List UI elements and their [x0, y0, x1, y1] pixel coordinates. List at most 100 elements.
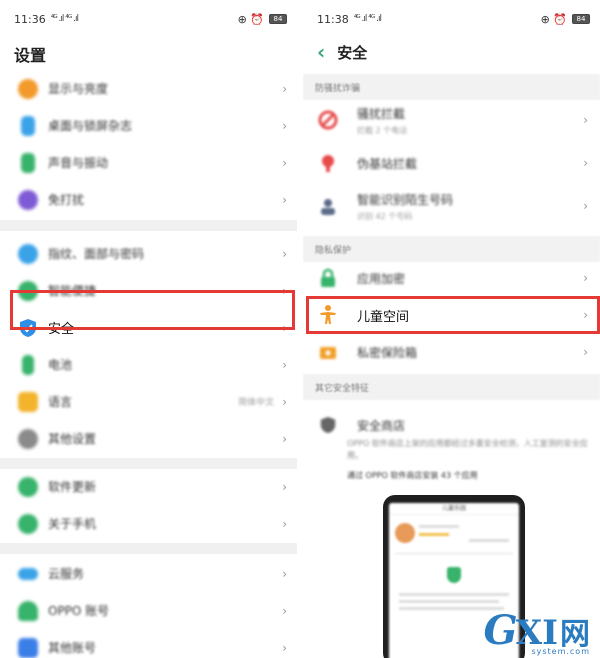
security-item-label: 骚扰拦截: [357, 106, 406, 121]
key-icon: [18, 637, 38, 658]
highlight-box: [10, 290, 295, 330]
settings-item-label: 云服务: [48, 567, 85, 581]
block-icon: [317, 109, 339, 131]
settings-item-label: 指纹、面部与密码: [48, 247, 145, 261]
settings-item-cloud[interactable]: 云服务 ›: [0, 555, 297, 592]
settings-item-label: OPPO 账号: [48, 604, 110, 618]
lock-icon: [317, 267, 339, 289]
alarm-icon: ⊕ ⏰: [237, 12, 264, 26]
language-icon: [18, 391, 38, 412]
text-line: [419, 525, 459, 528]
shield-icon: [317, 414, 339, 436]
section-header-other: 其它安全特征: [303, 374, 600, 400]
security-item-sub: 拦截 2 个电话: [357, 125, 408, 135]
security-item-harassment[interactable]: 骚扰拦截 拦截 2 个电话 ›: [303, 100, 600, 140]
settings-item-label: 桌面与锁屏杂志: [48, 119, 133, 133]
settings-item-label: 电池: [48, 358, 73, 372]
settings-item-display[interactable]: 显示与亮度 ›: [0, 70, 297, 107]
security-item-private-safe[interactable]: 私密保险箱 ›: [303, 336, 600, 368]
highlight-box: [306, 296, 600, 334]
shield-icon: [447, 567, 461, 583]
battery-icon: 84: [572, 14, 590, 24]
chevron-right-icon: ›: [282, 357, 287, 372]
chevron-right-icon: ›: [282, 640, 287, 655]
account-icon: [18, 600, 38, 621]
status-bar: 11:36 ⁴ᴳ .ıl ⁴ᴳ .ıl ⊕ ⏰ 84: [0, 0, 297, 38]
settings-item-label: 其他账号: [48, 641, 97, 655]
language-value: 简体中文: [238, 398, 275, 408]
rating-line: [419, 533, 449, 536]
chevron-right-icon: ›: [583, 199, 588, 213]
status-time: 11:36: [14, 12, 46, 26]
settings-item-label: 语言: [48, 395, 73, 409]
settings-item-about[interactable]: 关于手机 ›: [0, 505, 297, 542]
chevron-right-icon: ›: [282, 431, 287, 446]
chevron-right-icon: ›: [282, 566, 287, 581]
battery-icon: 84: [269, 14, 287, 24]
settings-item-label: 免打扰: [48, 193, 85, 207]
chevron-right-icon: ›: [282, 81, 287, 96]
phone-screen-title: 儿童乐园: [389, 503, 519, 515]
settings-item-update[interactable]: 软件更新 ›: [0, 468, 297, 505]
chevron-right-icon: ›: [282, 603, 287, 618]
chevron-right-icon: ›: [282, 155, 287, 170]
battery-icon: [22, 354, 34, 375]
back-icon[interactable]: ‹: [317, 42, 325, 62]
section-header-privacy: 隐私保护: [303, 236, 600, 262]
alarm-icon: ⊕ ⏰: [540, 12, 567, 26]
security-item-label: 应用加密: [357, 271, 406, 286]
sound-icon: [21, 152, 35, 173]
page-title: 设置: [14, 46, 47, 65]
page-title: 安全: [337, 43, 368, 62]
settings-item-label: 显示与亮度: [48, 82, 109, 96]
wallpaper-icon: [21, 115, 35, 136]
chevron-right-icon: ›: [282, 479, 287, 494]
settings-item-sound[interactable]: 声音与振动 ›: [0, 144, 297, 181]
text-line: [469, 539, 509, 542]
settings-item-wallpaper[interactable]: 桌面与锁屏杂志 ›: [0, 107, 297, 144]
settings-item-dnd[interactable]: 免打扰 ›: [0, 181, 297, 218]
settings-item-label: 其他设置: [48, 432, 97, 446]
settings-item-language[interactable]: 语言 简体中文 ›: [0, 383, 297, 420]
text-line: [399, 600, 499, 603]
settings-item-oppo-account[interactable]: OPPO 账号 ›: [0, 592, 297, 629]
person-icon: [317, 195, 339, 217]
status-bar: 11:38 ⁴ᴳ .ıl ⁴ᴳ .ıl ⊕ ⏰ 84: [303, 0, 600, 38]
settings-item-fingerprint[interactable]: 指纹、面部与密码 ›: [0, 235, 297, 272]
cloud-icon: [18, 567, 38, 580]
chevron-right-icon: ›: [282, 192, 287, 207]
security-item-label: 伪基站拦截: [357, 156, 418, 171]
tower-icon: [317, 152, 339, 174]
info-icon: [18, 513, 38, 534]
safe-icon: [317, 341, 339, 363]
separator: [395, 553, 513, 554]
moon-icon: [18, 189, 38, 210]
settings-item-other-accounts[interactable]: 其他账号 ›: [0, 629, 297, 658]
security-item-label: 安全商店: [357, 418, 406, 433]
security-item-app-lock[interactable]: 应用加密 ›: [303, 262, 600, 294]
chevron-right-icon: ›: [282, 246, 287, 261]
security-item-label: 私密保险箱: [357, 345, 418, 360]
store-install-count[interactable]: 通过 OPPO 软件商店安装 43 个应用: [347, 470, 478, 481]
app-avatar: [395, 523, 415, 543]
text-line: [399, 593, 509, 596]
signal-icon: ⁴ᴳ .ıl ⁴ᴳ .ıl: [50, 14, 79, 24]
settings-item-label: 软件更新: [48, 480, 97, 494]
chevron-right-icon: ›: [583, 271, 588, 285]
settings-item-battery[interactable]: 电池 ›: [0, 346, 297, 383]
chevron-right-icon: ›: [282, 394, 287, 409]
update-icon: [18, 476, 38, 497]
security-item-safe-store[interactable]: 安全商店: [303, 412, 600, 438]
security-item-label: 智能识别陌生号码: [357, 192, 454, 207]
settings-item-label: 声音与振动: [48, 156, 109, 170]
site-watermark: G XI 网 system.com: [483, 607, 590, 656]
fingerprint-icon: [18, 243, 38, 264]
security-item-smart-identify[interactable]: 智能识别陌生号码 识别 42 个号码 ›: [303, 186, 600, 226]
settings-item-other[interactable]: 其他设置 ›: [0, 420, 297, 457]
brightness-icon: [18, 78, 38, 99]
security-item-fake-station[interactable]: 伪基站拦截 ›: [303, 143, 600, 183]
nav-bar: ‹ 安全: [303, 38, 600, 66]
chevron-right-icon: ›: [583, 156, 588, 170]
chevron-right-icon: ›: [282, 118, 287, 133]
settings-item-label: 关于手机: [48, 517, 97, 531]
